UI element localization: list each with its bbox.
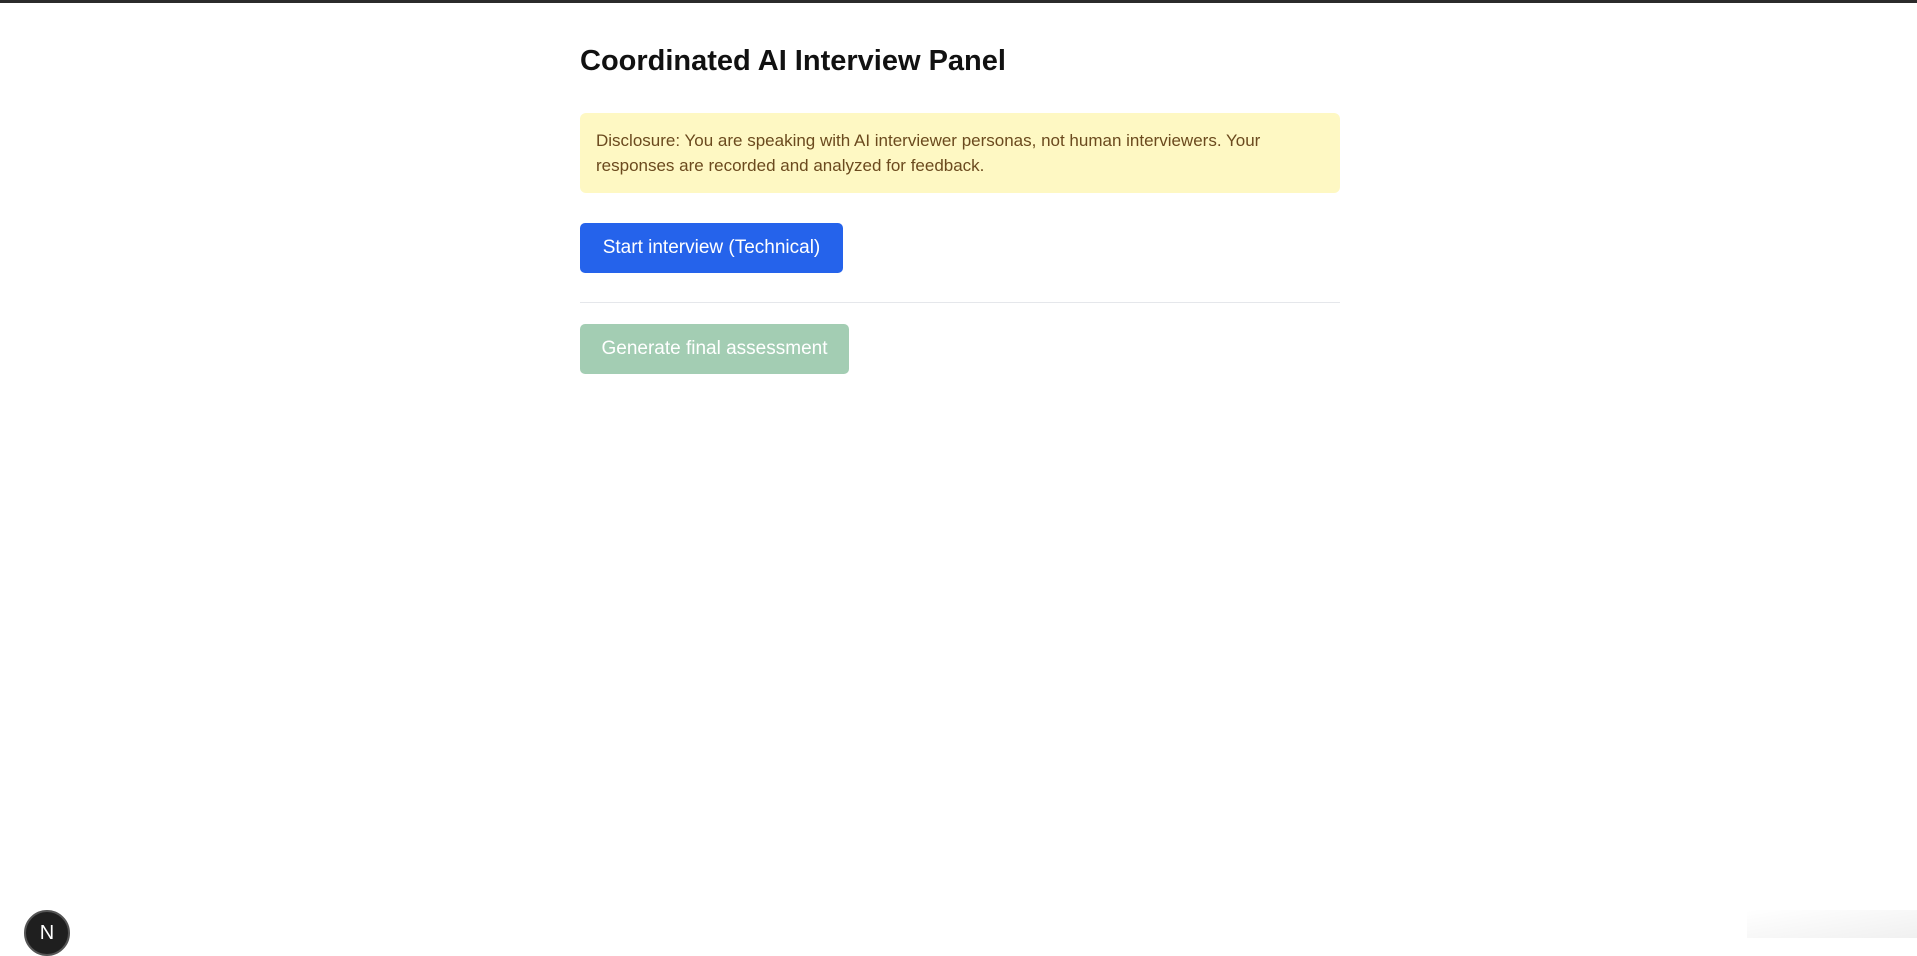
- dev-tools-badge[interactable]: N: [24, 910, 70, 956]
- start-interview-button[interactable]: Start interview (Technical): [580, 223, 843, 273]
- page-title: Coordinated AI Interview Panel: [580, 45, 1006, 78]
- top-border: [0, 0, 1917, 3]
- corner-shadow: [1747, 910, 1917, 938]
- generate-assessment-button[interactable]: Generate final assessment: [580, 324, 849, 374]
- disclosure-notice: Disclosure: You are speaking with AI int…: [580, 113, 1340, 193]
- section-divider: [580, 302, 1340, 303]
